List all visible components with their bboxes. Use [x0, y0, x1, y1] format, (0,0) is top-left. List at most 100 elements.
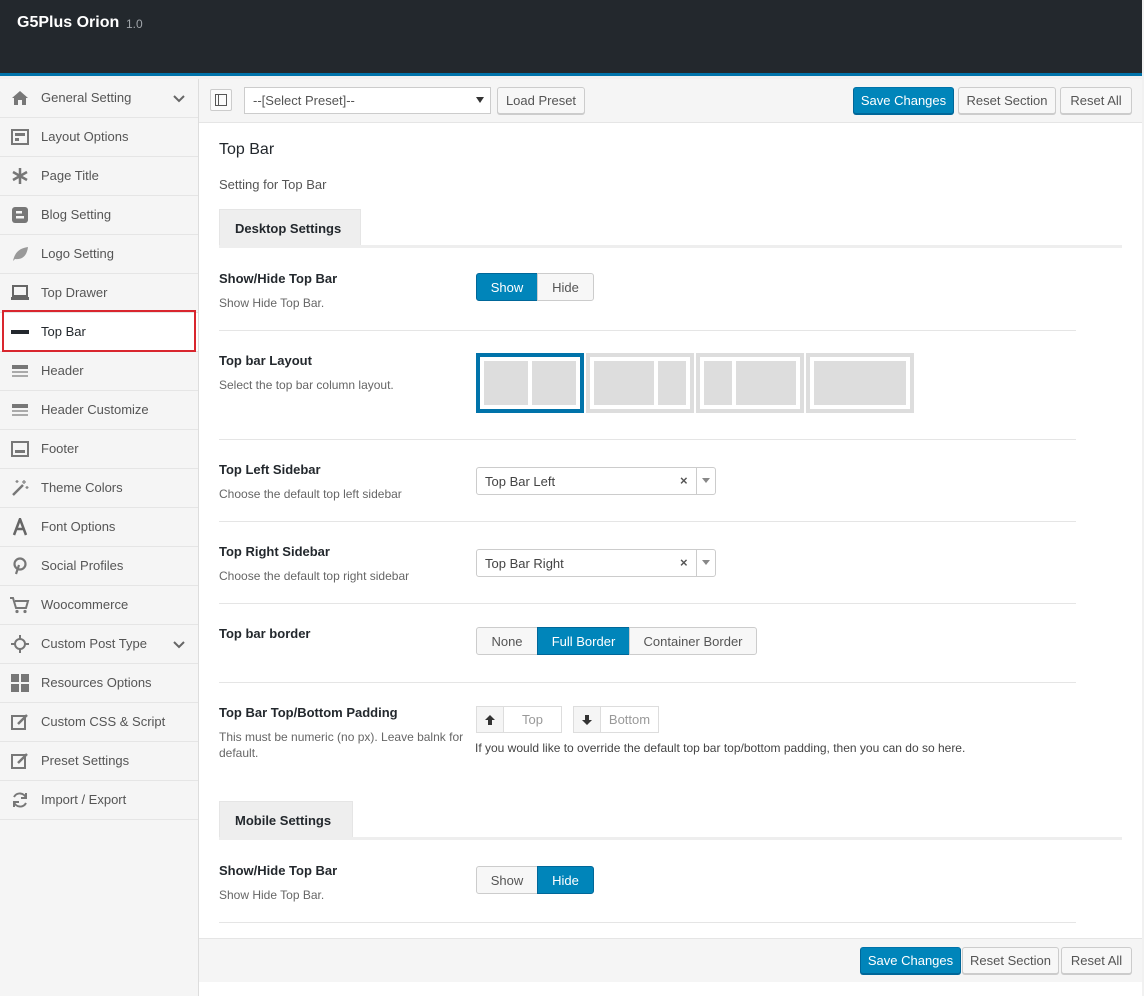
layout-desc: Select the top bar column layout.: [219, 378, 394, 392]
footer-icon: [10, 439, 30, 459]
expand-toggle-icon[interactable]: [210, 89, 232, 111]
footer-save-changes-button[interactable]: Save Changes: [860, 947, 961, 974]
layout-icon: [10, 127, 30, 147]
active-item-highlight: [2, 310, 196, 352]
sidebar-item-custom-css-script[interactable]: Custom CSS & Script: [0, 703, 198, 742]
reset-section-button[interactable]: Reset Section: [958, 87, 1056, 114]
layout-option-wide-right[interactable]: [696, 353, 804, 413]
clear-icon[interactable]: ×: [680, 473, 688, 488]
padding-label: Top Bar Top/Bottom Padding: [219, 705, 398, 720]
border-full-option[interactable]: Full Border: [537, 627, 630, 655]
sidebar-item-header-customize[interactable]: Header Customize: [0, 391, 198, 430]
padding-desc: This must be numeric (no px). Leave baln…: [219, 730, 464, 760]
font-icon: [10, 517, 30, 537]
mobile-show-hide-toggle: Show Hide: [476, 866, 594, 894]
options-panel: --[Select Preset]-- Load Preset Save Cha…: [199, 79, 1142, 996]
sidebar-item-label: Social Profiles: [41, 558, 124, 573]
border-toggle: None Full Border Container Border: [476, 627, 757, 655]
padding-note: If you would like to override the defaul…: [475, 741, 966, 755]
hide-option[interactable]: Hide: [537, 273, 594, 301]
right-sidebar-desc: Choose the default top right sidebar: [219, 569, 410, 583]
sidebar-item-import-export[interactable]: Import / Export: [0, 781, 198, 820]
divider: [219, 603, 1076, 604]
layout-option-wide-left[interactable]: [586, 353, 694, 413]
options-toolbar: --[Select Preset]-- Load Preset Save Cha…: [199, 79, 1142, 123]
sidebar-item-label: Custom Post Type: [41, 636, 147, 651]
sidebar-item-layout-options[interactable]: Layout Options: [0, 118, 198, 157]
magic-wand-icon: [10, 478, 30, 498]
layout-option-2-col[interactable]: [476, 353, 584, 413]
sidebar-item-label: Resources Options: [41, 675, 152, 690]
header-customize-icon: [10, 400, 30, 420]
options-sidebar: General Setting Layout Options Page Titl…: [0, 79, 199, 996]
dropdown-arrow-icon[interactable]: [702, 478, 710, 483]
right-sidebar-select[interactable]: Top Bar Right ×: [476, 549, 716, 577]
blogger-icon: [10, 205, 30, 225]
show-hide-label: Show/Hide Top Bar: [219, 271, 338, 286]
preset-select-value: --[Select Preset]--: [253, 93, 355, 108]
sidebar-item-blog-setting[interactable]: Blog Setting: [0, 196, 198, 235]
left-sidebar-value: Top Bar Left: [485, 474, 556, 489]
sidebar-item-footer[interactable]: Footer: [0, 430, 198, 469]
sidebar-item-top-drawer[interactable]: Top Drawer: [0, 274, 198, 313]
edit-icon: [10, 712, 30, 732]
sidebar-item-woocommerce[interactable]: Woocommerce: [0, 586, 198, 625]
show-hide-toggle: Show Hide: [476, 273, 594, 301]
chevron-down-icon[interactable]: [171, 90, 187, 106]
layout-option-full[interactable]: [806, 353, 914, 413]
sidebar-item-font-options[interactable]: Font Options: [0, 508, 198, 547]
asterisk-icon: [10, 166, 30, 186]
clear-icon[interactable]: ×: [680, 555, 688, 570]
footer-reset-section-button[interactable]: Reset Section: [962, 947, 1059, 974]
section-title: Top Bar: [219, 141, 275, 158]
chevron-down-icon[interactable]: [171, 636, 187, 652]
left-sidebar-select[interactable]: Top Bar Left ×: [476, 467, 716, 495]
section-description: Setting for Top Bar: [219, 177, 327, 192]
load-preset-button[interactable]: Load Preset: [497, 87, 585, 114]
left-sidebar-desc: Choose the default top left sidebar: [219, 487, 402, 501]
sidebar-item-header[interactable]: Header: [0, 352, 198, 391]
sidebar-item-logo-setting[interactable]: Logo Setting: [0, 235, 198, 274]
sidebar-item-label: Woocommerce: [41, 597, 129, 612]
sidebar-item-general-setting[interactable]: General Setting: [0, 79, 198, 118]
tab-mobile-settings[interactable]: Mobile Settings: [219, 801, 353, 839]
reset-all-button[interactable]: Reset All: [1060, 87, 1132, 114]
sidebar-item-social-profiles[interactable]: Social Profiles: [0, 547, 198, 586]
sidebar-item-page-title[interactable]: Page Title: [0, 157, 198, 196]
padding-bottom-placeholder: Bottom: [608, 712, 651, 727]
show-option[interactable]: Show: [476, 273, 538, 301]
padding-top-field[interactable]: Top: [476, 706, 562, 733]
hide-option[interactable]: Hide: [537, 866, 594, 894]
sidebar-item-label: Header Customize: [41, 402, 149, 417]
border-none-option[interactable]: None: [476, 627, 538, 655]
layout-label: Top bar Layout: [219, 353, 312, 368]
admin-header: G5Plus Orion 1.0: [0, 0, 1142, 76]
sidebar-item-resources-options[interactable]: Resources Options: [0, 664, 198, 703]
laptop-icon: [10, 283, 30, 303]
sidebar-item-theme-colors[interactable]: Theme Colors: [0, 469, 198, 508]
mobile-show-hide-desc: Show Hide Top Bar.: [219, 888, 325, 902]
sidebar-item-label: Top Drawer: [41, 285, 108, 300]
app-title: G5Plus Orion: [17, 14, 120, 31]
header-icon: [10, 361, 30, 381]
sidebar-item-custom-post-type[interactable]: Custom Post Type: [0, 625, 198, 664]
save-changes-button[interactable]: Save Changes: [853, 87, 954, 114]
show-hide-desc: Show Hide Top Bar.: [219, 296, 325, 310]
preset-select[interactable]: --[Select Preset]--: [244, 87, 491, 114]
tab-desktop-settings[interactable]: Desktop Settings: [219, 209, 361, 247]
footer-reset-all-button[interactable]: Reset All: [1061, 947, 1132, 974]
sidebar-item-label: Preset Settings: [41, 753, 130, 768]
cart-icon: [10, 595, 30, 615]
select-separator: [696, 550, 697, 576]
show-option[interactable]: Show: [476, 866, 538, 894]
border-container-option[interactable]: Container Border: [629, 627, 757, 655]
left-sidebar-label: Top Left Sidebar: [219, 462, 321, 477]
dropdown-arrow-icon[interactable]: [702, 560, 710, 565]
sidebar-item-preset-settings[interactable]: Preset Settings: [0, 742, 198, 781]
right-sidebar-label: Top Right Sidebar: [219, 544, 330, 559]
tab-underline: [219, 837, 1122, 840]
sidebar-item-label: Footer: [41, 441, 79, 456]
padding-bottom-field[interactable]: Bottom: [573, 706, 659, 733]
border-label: Top bar border: [219, 626, 311, 641]
divider: [219, 521, 1076, 522]
